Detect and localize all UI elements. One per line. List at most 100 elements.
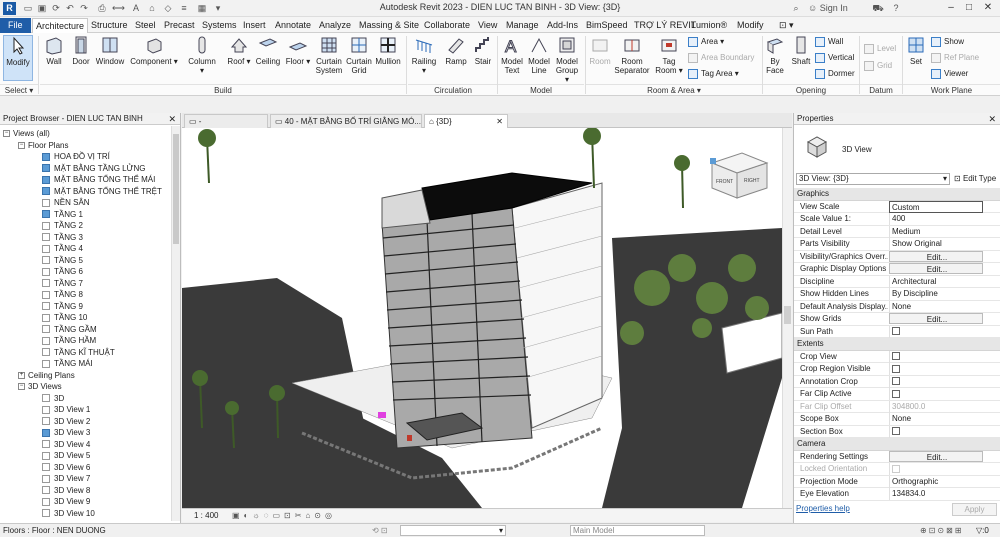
tree-item-floor-plan[interactable]: TẦNG 10 [42,312,87,324]
tab-view[interactable]: View [475,18,500,33]
property-section[interactable]: Extents [794,338,1000,351]
properties-help-link[interactable]: Properties help [796,504,850,513]
view-control-icons[interactable]: ▣◐☼◌▭⊡✂⌂⊙◎ [232,509,336,522]
maximize-button[interactable]: □ [962,1,976,15]
shaft-button[interactable]: Shaft [789,35,813,81]
tree-item-3d-view[interactable]: 3D View 7 [42,473,90,485]
wall-button[interactable]: Wall [40,35,68,81]
tab-systems[interactable]: Systems [199,18,240,33]
tab-add-ins[interactable]: Add-Ins [544,18,581,33]
tab-collaborate[interactable]: Collaborate [421,18,473,33]
close-tab-icon[interactable]: ✕ [496,115,503,128]
property-section[interactable]: Camera [794,438,1000,451]
tree-ceiling-plans[interactable]: + Ceiling Plans [18,370,75,382]
tab-analyze[interactable]: Analyze [316,18,354,33]
tree-views-all[interactable]: − Views (all) [3,128,50,140]
property-value[interactable]: 400 [889,213,983,225]
property-checkbox[interactable] [892,352,900,361]
tag-room-button[interactable]: Tag Room ▾ [655,35,683,81]
property-checkbox[interactable] [892,464,900,473]
property-value[interactable]: None [889,300,983,313]
by-face-button[interactable]: By Face [764,35,786,81]
view-scale[interactable]: 1 : 400 [194,509,218,522]
roof-button[interactable]: Roof ▾ [226,35,252,81]
tree-item-floor-plan[interactable]: TẦNG GẦM [42,324,97,336]
edit-button[interactable]: Edit... [889,263,983,274]
door-button[interactable]: Door [69,35,93,81]
tree-item-floor-plan[interactable]: TẦNG 3 [42,232,83,244]
tree-item-floor-plan[interactable]: TẦNG 4 [42,243,83,255]
property-value[interactable]: By Discipline [889,288,983,300]
curtain-grid-button[interactable]: Curtain Grid [345,35,373,81]
tree-item-floor-plan[interactable]: TẦNG 2 [42,220,83,232]
property-section[interactable]: Graphics [794,188,1000,201]
room-separator-button[interactable]: Room Separator [614,35,650,81]
close-icon[interactable]: ✕ [988,113,996,125]
3d-viewport[interactable]: FRONT RIGHT [182,128,782,508]
tree-item-3d-view[interactable]: 3D View 5 [42,450,90,462]
component-button[interactable]: Component ▾ [130,35,178,81]
tag-area-button[interactable]: Tag Area ▾ [688,68,739,80]
close-button[interactable]: ✕ [981,1,995,15]
tab-steel[interactable]: Steel [132,18,159,33]
panel-select[interactable]: Select ▾ [0,84,38,95]
room-button[interactable]: Room [588,35,612,81]
tree-item-floor-plan[interactable]: HOA ĐỒ VỊ TRÍ [42,151,110,163]
mullion-button[interactable]: Mullion [373,35,403,81]
window-button[interactable]: Window [94,35,126,81]
tab-bimspeed[interactable]: BimSpeed [583,18,631,33]
tree-item-floor-plan[interactable]: TẦNG 8 [42,289,83,301]
tree-item-floor-plan[interactable]: TẦNG HẦM [42,335,96,347]
ref-plane-button[interactable]: Ref Plane [931,52,979,64]
model-text-button[interactable]: A Model Text [499,35,525,81]
area-boundary-button[interactable]: Area Boundary [688,52,754,64]
tree-item-floor-plan[interactable]: TẦNG KĨ THUẬT [42,347,115,359]
model-line-button[interactable]: Model Line [526,35,552,81]
area-button[interactable]: Area ▾ [688,36,724,48]
viewer-button[interactable]: Viewer [931,68,968,80]
modify-button[interactable]: Modify [3,35,33,81]
property-checkbox[interactable] [892,427,900,436]
viewport-scrollbar[interactable] [782,128,792,508]
tree-item-floor-plan[interactable]: TẦNG MÁI [42,358,93,370]
tree-3d-views[interactable]: −3D Views [18,381,62,393]
panel-room-area[interactable]: Room & Area ▾ [586,84,762,95]
tree-item-3d-view[interactable]: 3D [42,393,64,405]
viewcube[interactable]: FRONT RIGHT [710,152,769,199]
edit-button[interactable]: Edit... [889,250,983,262]
ceiling-button[interactable]: Ceiling [254,35,282,81]
status-icons[interactable]: ⟲ ⊡ [372,524,388,537]
column-button[interactable]: Column ▾ [186,35,218,81]
tree-item-floor-plan[interactable]: TẦNG 9 [42,301,83,313]
tree-item-3d-view[interactable]: 3D View 8 [42,485,90,497]
edit-type-button[interactable]: ⊡ Edit Type [954,173,996,185]
tree-item-floor-plan[interactable]: TẦNG 1 [42,209,83,221]
tab-annotate[interactable]: Annotate [272,18,314,33]
tree-item-floor-plan[interactable]: TẦNG 5 [42,255,83,267]
property-value[interactable]: Show Original [889,238,983,250]
set-work-plane-button[interactable]: Set [905,35,927,81]
expand-icon[interactable]: + [18,371,25,379]
minimize-button[interactable]: – [944,1,958,15]
tree-item-3d-view[interactable]: 3D View 4 [42,439,90,451]
railing-button[interactable]: Railing ▾ [410,35,438,81]
close-icon[interactable]: ✕ [168,113,176,125]
vertical-opening-button[interactable]: Vertical [815,52,854,64]
tab-precast[interactable]: Precast [161,18,198,33]
collapse-icon[interactable]: − [18,141,25,149]
apply-button[interactable]: Apply [952,503,997,516]
filter-icon[interactable]: ▽:0 [976,524,989,537]
scrollbar-thumb[interactable] [784,306,791,324]
tree-item-floor-plan[interactable]: TẦNG 6 [42,266,83,278]
scrollbar-thumb[interactable] [173,134,179,244]
help-icon[interactable]: ? [890,2,902,14]
sign-in-link[interactable]: ☺ Sign In [808,2,848,14]
tree-item-3d-view[interactable]: 3D View 2 [42,416,90,428]
curtain-system-button[interactable]: Curtain System [314,35,344,81]
collapse-icon[interactable]: − [18,383,25,391]
tree-item-floor-plan[interactable]: MẶT BẰNG TẦNG LỬNG [42,163,145,175]
selection-filter-icons[interactable]: ⊕⊡⊙⊠⊞ [920,524,964,537]
tab-lumion[interactable]: Lumion® [688,18,730,33]
tree-item-floor-plan[interactable]: TẦNG 7 [42,278,83,290]
floor-button[interactable]: Floor ▾ [285,35,311,81]
